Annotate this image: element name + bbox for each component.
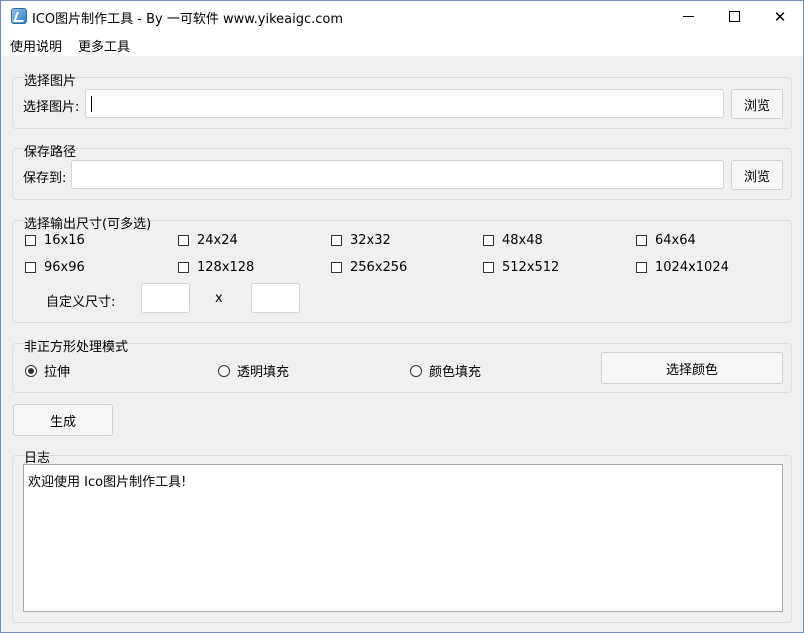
size-checkbox-48[interactable]: 48x48 [483,233,543,248]
custom-size-label: 自定义尺寸: [46,295,116,310]
checkbox-box[interactable] [331,235,342,246]
save-path-group-title: 保存路径 [24,145,77,160]
radio-label: 拉伸 [44,365,71,380]
size-label: 32x32 [350,233,391,248]
close-icon: ✕ [773,7,787,26]
size-label: 48x48 [502,233,543,248]
size-label: 256x256 [350,260,408,275]
minimize-icon [682,16,694,17]
checkbox-box[interactable] [483,235,494,246]
custom-width-input[interactable] [141,283,190,313]
custom-size-separator: x [215,291,223,306]
choose-color-button[interactable]: 选择颜色 [601,352,783,384]
select-image-group-title: 选择图片 [24,74,77,89]
checkbox-box[interactable] [178,235,189,246]
radio-label: 透明填充 [237,365,290,380]
size-label: 16x16 [44,233,85,248]
text-caret [91,96,92,112]
app-logo-icon [11,8,27,24]
size-checkbox-512[interactable]: 512x512 [483,260,559,275]
log-textarea[interactable]: 欢迎使用 Ico图片制作工具! [23,464,783,612]
close-button[interactable]: ✕ [757,1,803,32]
size-checkbox-24[interactable]: 24x24 [178,233,238,248]
checkbox-box[interactable] [178,262,189,273]
size-label: 128x128 [197,260,255,275]
size-checkbox-16[interactable]: 16x16 [25,233,85,248]
title-bar: ICO图片制作工具 - By 一可软件 www.yikeaigc.com ✕ [1,1,803,32]
checkbox-box[interactable] [25,235,36,246]
checkbox-box[interactable] [636,235,647,246]
menu-item-help[interactable]: 使用说明 [10,36,62,55]
menu-bar: 使用说明 更多工具 [1,32,803,56]
log-text: 欢迎使用 Ico图片制作工具! [28,475,187,490]
maximize-button[interactable] [711,1,757,32]
save-path-input[interactable] [71,160,724,189]
radio-color-fill[interactable]: 颜色填充 [410,361,481,380]
radio-transparent-fill[interactable]: 透明填充 [218,361,289,380]
custom-height-input[interactable] [251,283,300,313]
radio-label: 颜色填充 [429,365,482,380]
generate-button[interactable]: 生成 [13,404,113,436]
radio-indicator[interactable] [410,364,422,377]
radio-stretch[interactable]: 拉伸 [25,361,70,380]
checkbox-box[interactable] [331,262,342,273]
non-square-mode-group-title: 非正方形处理模式 [24,340,129,355]
size-label: 512x512 [502,260,560,275]
size-checkbox-1024[interactable]: 1024x1024 [636,260,729,275]
maximize-icon [728,11,740,22]
size-checkbox-32[interactable]: 32x32 [331,233,391,248]
size-label: 96x96 [44,260,85,275]
image-path-input[interactable] [85,89,724,118]
checkbox-box[interactable] [636,262,647,273]
size-label: 64x64 [655,233,696,248]
output-size-group-title: 选择输出尺寸(可多选) [24,217,152,232]
minimize-button[interactable] [665,1,711,32]
window-title: ICO图片制作工具 - By 一可软件 www.yikeaigc.com [32,12,344,27]
select-image-label: 选择图片: [23,100,80,115]
app-window: ICO图片制作工具 - By 一可软件 www.yikeaigc.com ✕ 使… [0,0,804,633]
checkbox-box[interactable] [25,262,36,273]
checkbox-box[interactable] [483,262,494,273]
browse-image-button[interactable]: 浏览 [731,89,783,119]
size-label: 1024x1024 [655,260,729,275]
size-label: 24x24 [197,233,238,248]
radio-indicator[interactable] [218,364,230,377]
save-path-label: 保存到: [23,171,67,186]
size-checkbox-96[interactable]: 96x96 [25,260,85,275]
browse-save-button[interactable]: 浏览 [731,160,783,190]
radio-indicator[interactable] [25,364,37,377]
size-checkbox-64[interactable]: 64x64 [636,233,696,248]
size-checkbox-256[interactable]: 256x256 [331,260,407,275]
size-checkbox-128[interactable]: 128x128 [178,260,254,275]
menu-item-more-tools[interactable]: 更多工具 [78,36,130,55]
